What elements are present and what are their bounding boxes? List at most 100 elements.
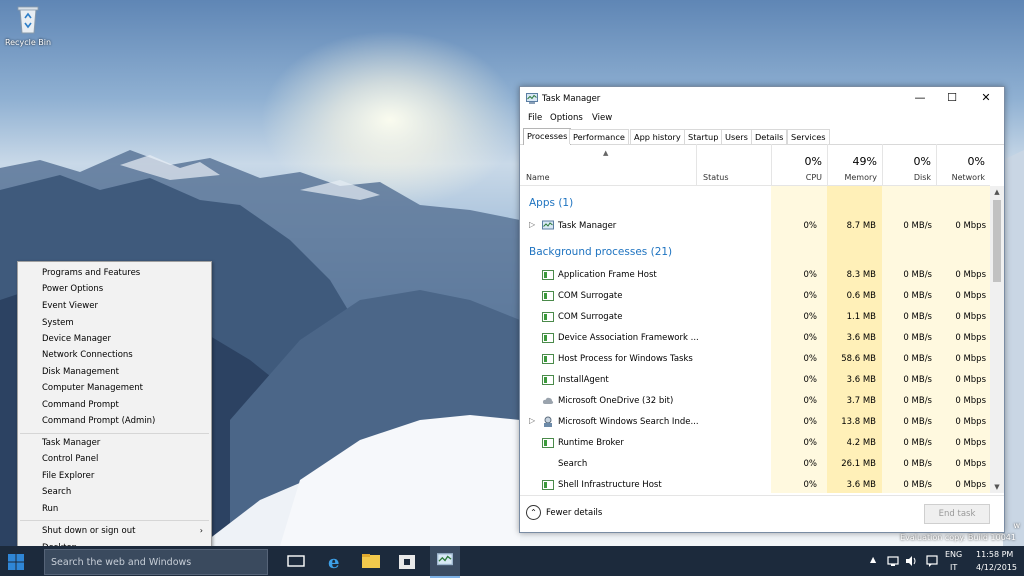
table-row[interactable]: Device Association Framework ... 0% 3.6 … — [520, 328, 990, 349]
close-button[interactable]: ✕ — [970, 89, 1002, 107]
table-row[interactable]: Runtime Broker 0% 4.2 MB 0 MB/s 0 Mbps — [520, 433, 990, 454]
column-header: ▲ Name Status 0% CPU 49% Memory 0% Disk … — [520, 144, 990, 186]
menu-item-shut-down[interactable]: Shut down or sign out — [42, 526, 135, 536]
expand-chevron-icon[interactable]: ▷ — [529, 220, 535, 229]
input-region[interactable]: IT — [950, 563, 957, 572]
scroll-down-icon[interactable]: ▼ — [990, 483, 1004, 491]
table-row[interactable]: Host Process for Windows Tasks 0% 58.6 M… — [520, 349, 990, 370]
process-cpu: 0% — [803, 333, 818, 343]
menu-item-task-manager[interactable]: Task Manager — [42, 438, 100, 448]
process-memory: 0.6 MB — [846, 291, 876, 301]
clock-date[interactable]: 4/12/2015 — [976, 563, 1017, 572]
menu-item-control-panel[interactable]: Control Panel — [42, 454, 98, 464]
tab-processes[interactable]: Processes — [523, 128, 572, 145]
process-memory: 26.1 MB — [841, 459, 876, 469]
process-disk: 0 MB/s — [903, 375, 932, 385]
menu-options[interactable]: Options — [550, 113, 583, 123]
table-row[interactable]: ▷ Microsoft Windows Search Inde... 0% 13… — [520, 412, 990, 433]
maximize-button[interactable]: ☐ — [936, 89, 968, 107]
menu-view[interactable]: View — [592, 113, 612, 123]
column-status[interactable]: Status — [696, 144, 772, 185]
internet-explorer-icon[interactable]: e — [324, 550, 346, 572]
column-name[interactable]: Name — [526, 173, 550, 182]
chevron-up-icon[interactable]: ⌃ — [526, 505, 541, 520]
task-manager-icon — [542, 220, 554, 230]
process-memory: 58.6 MB — [841, 354, 876, 364]
menu-file[interactable]: File — [528, 113, 542, 123]
menu-item-search[interactable]: Search — [42, 487, 71, 497]
clock-time[interactable]: 11:58 PM — [976, 550, 1013, 559]
taskbar-search-box[interactable]: Search the web and Windows — [44, 549, 268, 575]
menu-item-network-connections[interactable]: Network Connections — [42, 350, 133, 360]
menu-item-event-viewer[interactable]: Event Viewer — [42, 301, 98, 311]
table-row[interactable]: Shell Infrastructure Host 0% 3.6 MB 0 MB… — [520, 475, 990, 493]
task-view-icon[interactable] — [285, 550, 307, 572]
table-row[interactable]: COM Surrogate 0% 0.6 MB 0 MB/s 0 Mbps — [520, 286, 990, 307]
menu-item-file-explorer[interactable]: File Explorer — [42, 471, 94, 481]
menu-item-system[interactable]: System — [42, 318, 74, 328]
column-network[interactable]: 0% Network — [936, 144, 991, 185]
tab-users[interactable]: Users — [721, 129, 752, 144]
recycle-bin[interactable]: Recycle Bin — [4, 4, 52, 47]
scroll-up-icon[interactable]: ▲ — [990, 188, 1004, 196]
column-memory[interactable]: 49% Memory — [827, 144, 883, 185]
menu-item-computer-management[interactable]: Computer Management — [42, 383, 143, 393]
process-window-icon — [542, 354, 554, 364]
title-bar[interactable]: Task Manager — ☐ ✕ — [520, 87, 1004, 109]
window-title: Task Manager — [542, 94, 601, 104]
network-icon[interactable] — [886, 554, 900, 568]
cpu-total: 0% — [804, 155, 822, 168]
table-row[interactable]: Application Frame Host 0% 8.3 MB 0 MB/s … — [520, 265, 990, 286]
process-memory: 1.1 MB — [846, 312, 876, 322]
menu-item-run[interactable]: Run — [42, 504, 58, 514]
process-cpu: 0% — [803, 221, 818, 231]
column-disk[interactable]: 0% Disk — [882, 144, 937, 185]
volume-icon[interactable] — [904, 554, 918, 568]
input-language[interactable]: ENG — [945, 550, 962, 559]
menu-separator — [20, 433, 209, 434]
process-list: Apps (1) ▷ Task Manager 0% 8.7 MB 0 MB/s… — [520, 186, 990, 493]
menu-item-command-prompt[interactable]: Command Prompt — [42, 400, 119, 410]
menu-item-programs-features[interactable]: Programs and Features — [42, 268, 140, 278]
recycle-bin-icon — [17, 6, 39, 34]
process-network: 0 Mbps — [955, 270, 986, 280]
process-memory: 3.7 MB — [846, 396, 876, 406]
table-row[interactable]: Search 0% 26.1 MB 0 MB/s 0 Mbps — [520, 454, 990, 475]
tab-details[interactable]: Details — [751, 129, 788, 144]
file-explorer-icon[interactable] — [360, 550, 382, 572]
menu-item-disk-management[interactable]: Disk Management — [42, 367, 119, 377]
process-cpu: 0% — [803, 480, 818, 490]
tab-services[interactable]: Services — [787, 129, 830, 144]
store-icon[interactable] — [396, 550, 418, 572]
process-window-icon — [542, 291, 554, 301]
end-task-button[interactable]: End task — [924, 504, 990, 524]
fewer-details-link[interactable]: Fewer details — [546, 508, 602, 518]
table-row[interactable]: ▷ Task Manager 0% 8.7 MB 0 MB/s 0 Mbps — [520, 216, 990, 237]
process-network: 0 Mbps — [955, 375, 986, 385]
menu-item-device-manager[interactable]: Device Manager — [42, 334, 111, 344]
menu-item-command-prompt-admin[interactable]: Command Prompt (Admin) — [42, 416, 155, 426]
minimize-button[interactable]: — — [904, 89, 936, 107]
expand-chevron-icon[interactable]: ▷ — [529, 416, 535, 425]
table-row[interactable]: Microsoft OneDrive (32 bit) 0% 3.7 MB 0 … — [520, 391, 990, 412]
table-row[interactable]: COM Surrogate 0% 1.1 MB 0 MB/s 0 Mbps — [520, 307, 990, 328]
column-cpu[interactable]: 0% CPU — [771, 144, 828, 185]
vertical-scrollbar[interactable]: ▲ ▼ — [990, 186, 1004, 493]
tray-overflow-icon[interactable]: ▲ — [870, 555, 876, 564]
process-cpu: 0% — [803, 459, 818, 469]
tab-strip: Processes Performance App history Startu… — [520, 128, 1004, 145]
group-header-background[interactable]: Background processes (21) — [529, 246, 672, 258]
tab-app-history[interactable]: App history — [630, 129, 685, 144]
group-header-apps[interactable]: Apps (1) — [529, 197, 573, 209]
scrollbar-thumb[interactable] — [993, 200, 1001, 282]
windows-start-icon[interactable] — [8, 554, 24, 570]
tab-performance[interactable]: Performance — [569, 129, 629, 144]
menu-item-power-options[interactable]: Power Options — [42, 284, 103, 294]
process-network: 0 Mbps — [955, 396, 986, 406]
table-row[interactable]: InstallAgent 0% 3.6 MB 0 MB/s 0 Mbps — [520, 370, 990, 391]
tab-startup[interactable]: Startup — [684, 129, 723, 144]
task-manager-footer: ⌃ Fewer details End task — [520, 495, 1004, 532]
taskbar-task-manager-button[interactable] — [430, 546, 460, 578]
action-center-icon[interactable] — [925, 554, 939, 568]
process-disk: 0 MB/s — [903, 354, 932, 364]
